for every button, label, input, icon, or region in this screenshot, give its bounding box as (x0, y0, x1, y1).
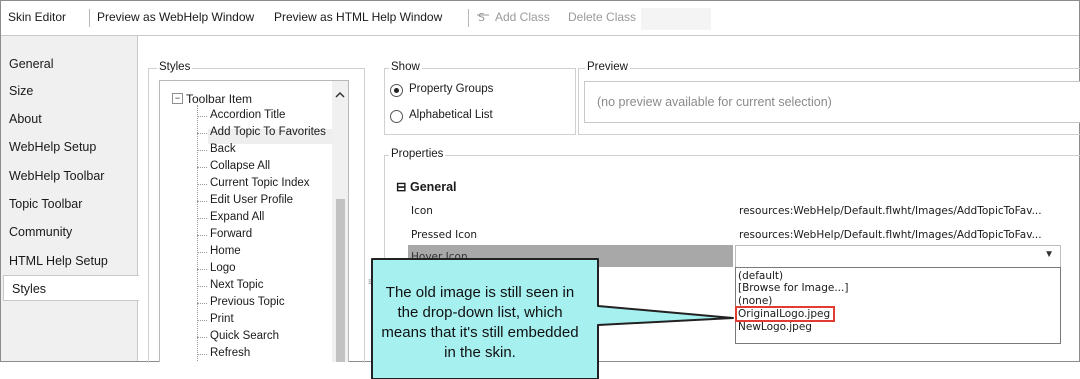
tree-item[interactable]: Back (210, 143, 236, 156)
nav-item-topic-toolbar[interactable]: Topic Toolbar (1, 191, 137, 217)
tree-item[interactable]: Edit User Profile (210, 194, 293, 207)
nav-item-general[interactable]: General (1, 51, 137, 77)
general-section-label: General (409, 180, 457, 194)
property-value-icon[interactable]: resources:WebHelp/Default.flwht/Images/A… (739, 205, 1042, 217)
tree-connector (197, 150, 207, 151)
tree-connector (197, 303, 207, 304)
property-name-icon[interactable]: Icon (411, 205, 433, 217)
tree-guide-line (197, 105, 198, 362)
delete-class-button[interactable]: Delete Class (568, 10, 636, 24)
tree-connector (197, 133, 207, 134)
tree-item[interactable]: Logo (210, 262, 236, 275)
preview-area: (no preview available for current select… (584, 81, 1080, 123)
tree-item[interactable]: Quick Search (210, 330, 279, 343)
show-group: Show (384, 61, 576, 135)
nav-item-html-help-setup[interactable]: HTML Help Setup (1, 248, 137, 274)
general-section-header[interactable]: ⊟ General (396, 179, 457, 194)
show-group-label: Show (389, 61, 422, 73)
tree-connector (197, 252, 207, 253)
add-class-button[interactable]: Add Class (495, 10, 550, 24)
chevron-up-icon[interactable] (334, 90, 346, 102)
tree-connector (197, 354, 207, 355)
tree-root[interactable]: Toolbar Item (186, 92, 252, 106)
tree-item[interactable]: Current Topic Index (210, 177, 310, 190)
tree-item[interactable]: Collapse All (210, 160, 270, 173)
splitter-grip-icon[interactable]: ≡ (368, 277, 374, 288)
toolbar-separator (89, 9, 90, 27)
tree-connector (197, 235, 207, 236)
nav-item-about[interactable]: About (1, 106, 137, 132)
hover-icon-combobox[interactable]: ▼ (735, 245, 1061, 268)
tree-item[interactable]: Home (210, 245, 241, 258)
preview-text: (no preview available for current select… (597, 95, 832, 109)
styles-group-label: Styles (157, 61, 193, 73)
tree-item-selected[interactable]: Add Topic To Favorites (210, 126, 326, 139)
dropdown-option[interactable]: (none) (738, 295, 772, 307)
property-name-hover-icon[interactable]: Hover Icon (411, 251, 468, 263)
tree-item[interactable]: Next Topic (210, 279, 263, 292)
preview-webhelp-button[interactable]: Preview as WebHelp Window (97, 10, 254, 24)
tree-item[interactable]: Accordion Title (210, 109, 285, 122)
tree-connector (197, 218, 207, 219)
preview-htmlhelp-button[interactable]: Preview as HTML Help Window (274, 10, 442, 24)
property-groups-radio[interactable] (390, 84, 403, 97)
toolbar: Skin Editor Preview as WebHelp Window Pr… (1, 1, 1079, 36)
property-value-pressed-icon[interactable]: resources:WebHelp/Default.flwht/Images/A… (739, 229, 1042, 241)
tree-connector (197, 320, 207, 321)
svg-text:S: S (478, 11, 485, 23)
property-name-pressed-icon[interactable]: Pressed Icon (411, 229, 477, 241)
tree-connector (197, 337, 207, 338)
tree-scrollbar-thumb[interactable] (336, 199, 345, 362)
toolbar-separator (468, 9, 469, 27)
nav-item-community[interactable]: Community (1, 219, 137, 245)
hover-icon-dropdown-list: (default) [Browse for Image...] (none) O… (734, 267, 1061, 344)
tree-item[interactable]: Refresh (210, 347, 250, 360)
tree-item[interactable]: Previous Topic (210, 296, 285, 309)
tree-item[interactable]: Expand All (210, 211, 264, 224)
alphabetical-list-label: Alphabetical List (409, 109, 493, 121)
skin-editor-button[interactable]: Skin Editor (8, 10, 66, 24)
collapse-icon[interactable]: − (172, 93, 183, 104)
dropdown-option[interactable]: [Browse for Image...] (738, 282, 848, 294)
class-icon: S (477, 11, 489, 26)
styles-tree: − Toolbar Item Accordion Title Add Topic… (159, 80, 349, 362)
properties-group-label: Properties (389, 148, 446, 160)
tree-item[interactable]: Forward (210, 228, 252, 241)
property-groups-label: Property Groups (409, 83, 494, 95)
dropdown-arrow-icon[interactable]: ▼ (1044, 249, 1054, 260)
nav-item-styles[interactable]: Styles (3, 275, 139, 301)
tree-item[interactable]: Print (210, 313, 234, 326)
tree-connector (197, 167, 207, 168)
callout-text: The old image is still seen in the drop-… (381, 284, 579, 361)
dropdown-option-highlighted[interactable]: OriginalLogo.jpeg (734, 306, 836, 322)
nav-item-webhelp-setup[interactable]: WebHelp Setup (1, 134, 137, 160)
tree-connector (197, 269, 207, 270)
dropdown-option[interactable]: (default) (738, 270, 783, 282)
tree-connector (197, 201, 207, 202)
collapse-section-icon[interactable]: ⊟ (396, 180, 406, 194)
tree-connector (197, 286, 207, 287)
alphabetical-list-radio[interactable] (390, 110, 403, 123)
nav-item-webhelp-toolbar[interactable]: WebHelp Toolbar (1, 163, 137, 189)
dropdown-option[interactable]: NewLogo.jpeg (738, 321, 812, 333)
tree-connector (197, 116, 207, 117)
nav-item-size[interactable]: Size (1, 78, 137, 104)
nav-panel: General Size About WebHelp Setup WebHelp… (1, 36, 139, 361)
tree-connector (197, 184, 207, 185)
toolbar-blank-area (641, 8, 711, 30)
preview-group-label: Preview (585, 61, 630, 73)
